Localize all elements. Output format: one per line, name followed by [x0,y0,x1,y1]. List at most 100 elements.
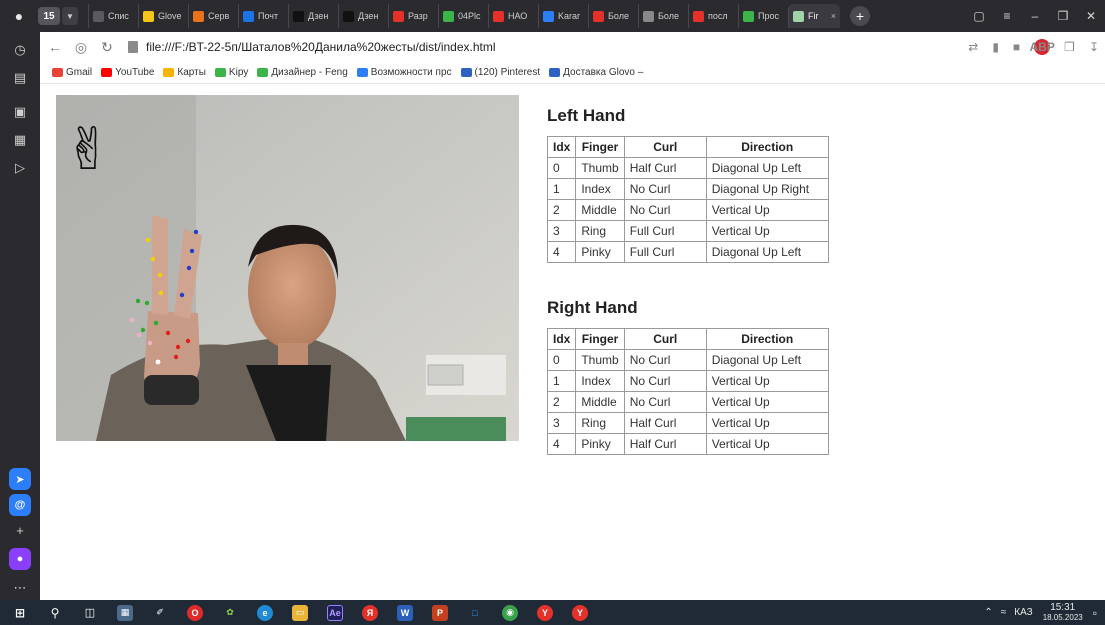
tab-counter[interactable]: 15 [38,7,60,25]
download-icon[interactable]: ↧ [1089,40,1099,54]
url-field[interactable]: file:///F:/BT-22-5п/Шаталов%20Данила%20ж… [146,40,496,54]
browser-tab[interactable]: посл [688,4,736,28]
folder-icon[interactable]: ▭ [292,604,308,621]
bookmark-icon[interactable]: ■ [1013,40,1020,54]
play-icon[interactable]: ▷ [8,156,32,180]
word-icon[interactable]: W [397,604,413,621]
reload-icon[interactable]: ↻ [96,39,118,56]
back-arrow-icon[interactable]: ← [44,39,66,55]
pinwheel-icon[interactable]: ✿ [222,605,238,621]
restore-icon[interactable]: ❐ [1049,9,1077,23]
language-indicator[interactable]: КАЗ [1014,607,1032,618]
yandex-icon[interactable]: ◎ [70,39,92,56]
browser-tab[interactable]: Glove [138,4,186,28]
crop-tool-icon[interactable]: □ [467,605,483,621]
browser-tab[interactable]: НАО [488,4,536,28]
tab-active[interactable]: Fir × [788,4,840,28]
notifications-icon[interactable]: ▫ [1093,606,1097,620]
right-hand-table: Idx Finger Curl Direction 0 Thumb No Curl D… [546,328,829,455]
bookmark-item[interactable]: (120) Pinterest [460,67,541,78]
tab-list-chevron-icon[interactable]: ▼ [62,7,78,25]
idx-cell: 1 [546,178,577,200]
direction-cell: Diagonal Up Right [705,178,829,200]
after-effects-icon[interactable]: Ae [327,604,343,621]
profile-icon[interactable]: ● [0,0,38,32]
bookmarks-bar: Gmail YouTube Карты Kipy Дизайнер - Feng Возм… [40,62,1105,84]
browser-tab[interactable]: Боле [588,4,636,28]
browser-tab[interactable]: Боле [638,4,686,28]
direction-cell: Diagonal Up Left [705,349,829,371]
history-icon[interactable]: ◷ [8,38,32,62]
bookmark-item[interactable]: Дизайнер - Feng [257,67,348,78]
screenshot-icon[interactable]: ▢ [965,9,993,23]
close-window-icon[interactable]: ✕ [1077,9,1105,23]
browser-tab[interactable]: Спис [88,4,136,28]
chrome-icon[interactable]: ◉ [502,604,518,621]
finger-cell: Pinky [575,433,625,455]
bookmark-item[interactable]: YouTube [101,67,154,78]
bookmark-item[interactable]: Карты [163,67,206,78]
browser-tab[interactable]: Дзен [288,4,336,28]
browser-tab[interactable]: 04Plc [438,4,486,28]
finger-cell: Pinky [575,241,625,263]
more-icon[interactable]: ⋯ [8,576,32,600]
calendar-icon[interactable]: ▦ [8,128,32,152]
calculator-icon[interactable]: ▦ [117,604,133,621]
clock-time: 15:31 [1050,601,1076,613]
clock[interactable]: 15:31 18.05.2023 [1043,601,1083,623]
opera-icon[interactable]: O [187,604,203,621]
browser-tab[interactable]: Почт [238,4,286,28]
curl-cell: No Curl [623,178,707,200]
notes-icon[interactable]: ▤ [8,66,32,90]
yandex-browser-icon[interactable]: Я [362,604,378,621]
tab-label: Fir [808,11,819,21]
powerpoint-icon[interactable]: P [432,604,448,621]
yandex-icon-2[interactable]: Y [572,604,588,621]
new-tab-button[interactable]: + [850,6,870,26]
task-view-icon[interactable]: ◫ [82,605,98,621]
bookmark-item[interactable]: Доставка Glovo – [549,67,643,78]
bookmark-item[interactable]: Gmail [52,67,92,78]
camera-icon[interactable]: ▮ [992,40,999,54]
idx-cell: 0 [546,157,577,179]
bookmark-label: (120) Pinterest [474,67,541,78]
add-panel-icon[interactable]: + [8,518,32,542]
idx-cell: 2 [546,391,577,413]
adblock-icon[interactable]: ABP [1030,39,1055,55]
minimize-icon[interactable]: – [1021,9,1049,23]
menu-icon[interactable]: ≡ [993,9,1021,23]
tab-label: НАО [508,11,528,21]
network-icon[interactable]: ≈ [1001,607,1007,618]
tab-label: Дзен [308,11,329,21]
close-tab-icon[interactable]: × [831,11,836,21]
bookmark-item[interactable]: Kipy [214,67,248,78]
search-icon[interactable]: ⚲ [47,605,63,621]
start-icon[interactable]: ⊞ [12,605,28,621]
finger-cell: Ring [575,220,625,242]
direction-cell: Diagonal Up Left [705,157,829,179]
extension-icon[interactable]: ❒ [1064,40,1075,54]
alice-icon[interactable]: ● [9,548,31,570]
table-row: 3 Ring Half Curl Vertical Up [546,412,829,434]
telegram-icon[interactable]: ➤ [9,468,31,490]
tab-favicon [793,10,804,22]
paint-icon[interactable]: ✐ [152,605,168,621]
edge-icon[interactable]: e [257,604,273,621]
browser-tab[interactable]: Прос [738,4,786,28]
direction-cell: Vertical Up [705,391,829,413]
bookmark-item[interactable]: Возможности прс [356,67,452,78]
browser-tab[interactable]: Серв [188,4,236,28]
tray-chevron-icon[interactable]: ⌃ [984,607,992,618]
browser-tab[interactable]: Разр [388,4,436,28]
yandex-icon[interactable]: Y [537,604,553,621]
browser-tab[interactable]: Karar [538,4,586,28]
browser-tab[interactable]: Дзен [338,4,386,28]
translate-icon[interactable]: ⇄ [968,40,978,54]
mail-icon[interactable]: @ [9,494,31,516]
direction-cell: Vertical Up [705,433,829,455]
curl-cell: No Curl [623,391,707,413]
tab-label: Спис [108,11,129,21]
tab-favicon [543,10,554,22]
tab-label: Серв [208,11,230,21]
collections-icon[interactable]: ▣ [8,100,32,124]
